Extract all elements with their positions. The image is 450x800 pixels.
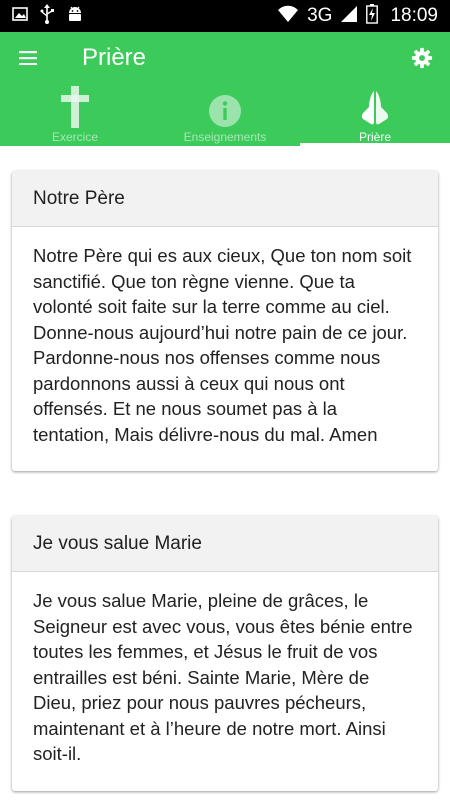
network-type: 3G — [307, 5, 333, 26]
settings-button[interactable] — [394, 32, 450, 84]
tab-bar: Exercice Enseignements Prière — [0, 84, 450, 146]
status-system: 3G 18:09 — [277, 3, 450, 29]
usb-icon — [40, 3, 54, 29]
clock: 18:09 — [390, 5, 438, 26]
tab-enseignements[interactable]: Enseignements — [150, 84, 300, 146]
card-title: Je vous salue Marie — [33, 532, 202, 554]
prayer-list[interactable]: Notre Père Notre Père qui es aux cieux, … — [0, 146, 450, 800]
card-title: Notre Père — [33, 187, 125, 209]
card-text: Notre Père qui es aux cieux, Que ton nom… — [33, 245, 412, 445]
info-icon — [208, 88, 242, 128]
card-header: Notre Père — [12, 171, 438, 227]
status-notifications — [0, 3, 84, 29]
page-title: Prière — [82, 44, 147, 71]
tab-exercice[interactable]: Exercice — [0, 84, 150, 146]
prayer-card-notre-pere: Notre Père Notre Père qui es aux cieux, … — [12, 171, 438, 471]
status-bar: 3G 18:09 — [0, 0, 450, 32]
praying-hands-icon — [358, 88, 392, 128]
hamburger-menu-icon — [19, 51, 37, 65]
gear-icon — [411, 47, 433, 69]
tab-label: Enseignements — [183, 130, 267, 144]
card-header: Je vous salue Marie — [12, 516, 438, 572]
tab-label: Exercice — [51, 130, 98, 144]
signal-icon — [340, 5, 358, 28]
app-bar: Prière Exercice Enseignements Prière — [0, 32, 450, 146]
menu-button[interactable] — [0, 32, 56, 84]
wifi-icon — [277, 5, 299, 28]
battery-icon — [366, 3, 379, 29]
tab-label: Prière — [358, 130, 391, 144]
toolbar: Prière — [0, 32, 450, 84]
android-icon — [66, 5, 84, 28]
tab-priere[interactable]: Prière — [300, 84, 450, 146]
image-icon — [12, 6, 28, 27]
card-text: Je vous salue Marie, pleine de grâces, l… — [33, 590, 413, 764]
prayer-card-je-vous-salue-marie: Je vous salue Marie Je vous salue Marie,… — [12, 516, 438, 791]
cross-icon — [60, 86, 90, 128]
